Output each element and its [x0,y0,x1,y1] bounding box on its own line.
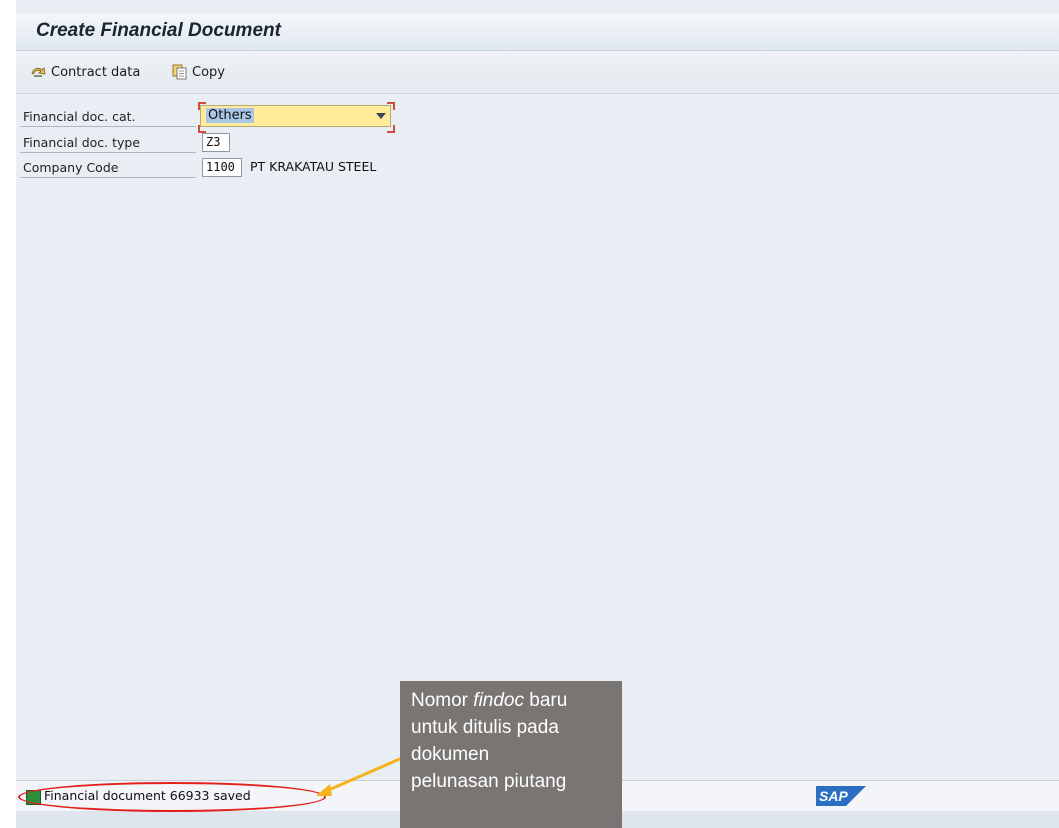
fin-doc-type-label: Financial doc. type [20,133,196,153]
contract-data-icon [30,64,48,80]
company-name-text: PT KRAKATAU STEEL [250,159,377,174]
company-code-input[interactable]: 1100 [202,158,242,177]
annotation-callout: Nomor findoc baru untuk ditulis pada dok… [400,681,622,828]
callout-line-1: Nomor findoc baru [411,687,622,714]
highlight-ellipse [18,782,326,812]
fin-doc-type-input[interactable]: Z3 [202,133,230,152]
copy-button[interactable]: Copy [171,61,225,83]
page-title: Create Financial Document [36,20,281,41]
title-bar: Create Financial Document [16,14,1059,51]
company-code-label: Company Code [20,158,196,178]
company-code-row: Company Code 1100 PT KRAKATAU STEEL [20,158,520,178]
contract-data-label: Contract data [51,64,141,80]
form-area: Financial doc. cat. Others Financial doc… [16,93,1059,773]
callout-emphasis: findoc [473,690,524,711]
fin-doc-cat-value: Others [206,108,254,123]
callout-line-2: untuk ditulis pada [411,717,559,738]
focus-corner-icon [387,102,395,110]
callout-text: Nomor [411,690,474,711]
fin-doc-type-row: Financial doc. type Z3 [20,133,440,153]
callout-line-4: pelunasan piutang [411,771,567,792]
copy-icon [171,64,189,80]
application-toolbar: Contract data Copy [16,51,1059,94]
chevron-down-icon[interactable] [376,113,386,119]
fin-doc-cat-dropdown[interactable]: Others [200,105,391,127]
callout-line-3: dokumen [411,744,490,765]
sap-logo: SAP [816,786,866,806]
contract-data-button[interactable]: Contract data [30,61,140,83]
fin-doc-cat-label: Financial doc. cat. [20,107,196,127]
copy-label: Copy [192,64,225,80]
callout-text: baru [524,690,568,711]
focus-corner-icon [198,125,206,133]
focus-corner-icon [387,125,395,133]
annotation-arrow-icon [316,756,403,796]
focus-corner-icon [198,102,206,110]
